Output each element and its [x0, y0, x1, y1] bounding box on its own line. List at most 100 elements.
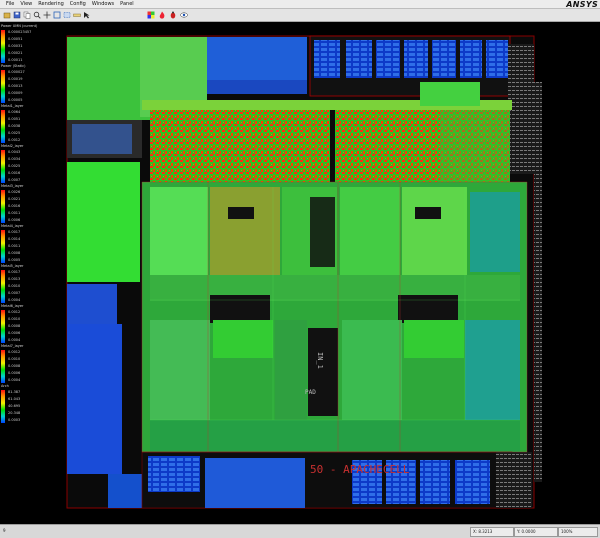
legend-value: 0.0004	[8, 338, 21, 342]
block-label-a: IN_1	[316, 352, 324, 369]
legend-title: Metal6_layer	[1, 304, 24, 308]
legend-value: 0.0008	[8, 364, 21, 368]
eye-icon[interactable]	[180, 11, 188, 19]
legend-block: Metal7_layer 0.0012 0.0010 0.0008 0.0006…	[1, 344, 65, 384]
legend-block: Metal1_layer 0.0064 0.0051 0.0038 0.0025…	[1, 104, 65, 144]
status-left: 9	[3, 528, 6, 533]
legend-value: 0.0064	[8, 110, 21, 114]
block-left-green[interactable]	[67, 162, 140, 282]
legend-value: 0.000027	[8, 70, 25, 74]
legend-value: 0.00019	[8, 77, 23, 81]
menu-view[interactable]: View	[20, 0, 32, 8]
legend-value: 0.0012	[8, 310, 21, 314]
legend-value: 0.0016	[8, 171, 21, 175]
legend-value: 61.043	[8, 397, 21, 401]
macro-block-center[interactable]	[308, 328, 338, 416]
legend-panel: Power UMN (current) 0.000023457 0.00051 …	[0, 22, 66, 442]
menu-windows[interactable]: Windows	[92, 0, 114, 8]
legend-block: Arch 81.387 61.043 40.695 20.348 0.0003	[1, 384, 65, 424]
legend-value: 0.0012	[8, 138, 21, 142]
legend-value: 0.0025	[8, 131, 21, 135]
coord-y: Y: 0.0000	[517, 529, 536, 534]
coord-y-box: Y: 0.0000	[514, 527, 558, 537]
select-icon[interactable]	[63, 11, 71, 19]
legend-color-bar	[1, 270, 5, 303]
measure-icon[interactable]	[73, 11, 81, 19]
legend-value: 0.0021	[8, 197, 21, 201]
legend-value: 40.695	[8, 404, 21, 408]
menu-rendering[interactable]: Rendering	[38, 0, 64, 8]
menu-panel[interactable]: Panel	[120, 0, 134, 8]
cell-label: 50 - APACHECELL	[310, 463, 410, 476]
zoom-level: 100%	[561, 529, 573, 534]
legend-title: Metal1_layer	[1, 104, 24, 108]
legend-value: 0.0006	[8, 371, 21, 375]
legend-color-bar	[1, 310, 5, 343]
legend-value: 0.0008	[8, 324, 21, 328]
legend-value: 0.0011	[8, 211, 21, 215]
legend-block: Metal4_layer 0.0017 0.0014 0.0011 0.0008…	[1, 224, 65, 264]
copy-icon[interactable]	[23, 11, 31, 19]
menu-bar: File View Rendering Config Windows Panel…	[0, 0, 600, 9]
block-label-b: PAD	[305, 389, 316, 396]
legend-value: 0.0007	[8, 178, 21, 182]
legend-block: Metal3_layer 0.0026 0.0021 0.0016 0.0011…	[1, 184, 65, 224]
legend-value: 0.0051	[8, 117, 21, 121]
layout-canvas[interactable]: 50 - APACHECELL IN_1 PAD	[0, 22, 600, 522]
legend-value: 0.00013	[8, 84, 23, 88]
legend-value: 0.0017	[8, 230, 21, 234]
legend-title: Metal4_layer	[1, 224, 24, 228]
save-icon[interactable]	[13, 11, 21, 19]
coord-x: X: 8.3213	[473, 529, 493, 534]
legend-value: 0.00005	[8, 98, 23, 102]
legend-value: 0.0025	[8, 164, 21, 168]
legend-color-bar	[1, 110, 5, 143]
legend-value: 0.0013	[8, 277, 21, 281]
palette-icon[interactable]	[147, 11, 155, 19]
legend-value: 0.00031	[8, 44, 23, 48]
legend-value: 0.0010	[8, 317, 21, 321]
legend-value: 81.387	[8, 390, 21, 394]
legend-value: 0.00011	[8, 58, 23, 62]
bug-icon[interactable]	[169, 11, 177, 19]
arrow-icon[interactable]	[83, 11, 91, 19]
brand-logo: ANSYS	[566, 0, 598, 9]
legend-block: Power (Static) 0.000027 0.00019 0.00013 …	[1, 64, 65, 104]
flame-icon[interactable]	[158, 11, 166, 19]
legend-color-bar	[1, 230, 5, 263]
legend-value: 0.0043	[8, 150, 21, 154]
legend-title: Power UMN (current)	[1, 24, 38, 28]
app-window: File View Rendering Config Windows Panel…	[0, 0, 600, 538]
legend-value: 0.0003	[8, 418, 21, 422]
legend-color-bar	[1, 30, 5, 63]
legend-value: 0.0008	[8, 251, 21, 255]
legend-value: 0.00009	[8, 91, 23, 95]
legend-value: 0.00021	[8, 51, 23, 55]
legend-value: 0.0007	[8, 291, 21, 295]
fit-icon[interactable]	[53, 11, 61, 19]
menu-file[interactable]: File	[6, 0, 14, 8]
legend-value: 20.348	[8, 411, 21, 415]
block-left-blue[interactable]	[67, 324, 122, 474]
open-icon[interactable]	[3, 11, 11, 19]
zoom-icon[interactable]	[33, 11, 41, 19]
legend-block: Power UMN (current) 0.000023457 0.00051 …	[1, 24, 65, 64]
legend-color-bar	[1, 390, 5, 423]
hotspot-region-left[interactable]	[150, 110, 330, 182]
legend-value: 0.000023457	[8, 30, 32, 34]
legend-color-bar	[1, 70, 5, 103]
legend-value: 0.0034	[8, 157, 21, 161]
legend-value: 0.00051	[8, 37, 23, 41]
legend-value: 0.0005	[8, 258, 21, 262]
legend-value: 0.0006	[8, 331, 21, 335]
legend-color-bar	[1, 150, 5, 183]
legend-value: 0.0016	[8, 204, 21, 208]
legend-value: 0.0010	[8, 284, 21, 288]
legend-value: 0.0014	[8, 237, 21, 241]
legend-block: Metal6_layer 0.0012 0.0010 0.0008 0.0006…	[1, 304, 65, 344]
zoom-box[interactable]: 100%	[558, 527, 598, 537]
menu-config[interactable]: Config	[70, 0, 86, 8]
legend-block: Metal2_layer 0.0043 0.0034 0.0025 0.0016…	[1, 144, 65, 184]
pan-icon[interactable]	[43, 11, 51, 19]
legend-value: 0.0012	[8, 350, 21, 354]
